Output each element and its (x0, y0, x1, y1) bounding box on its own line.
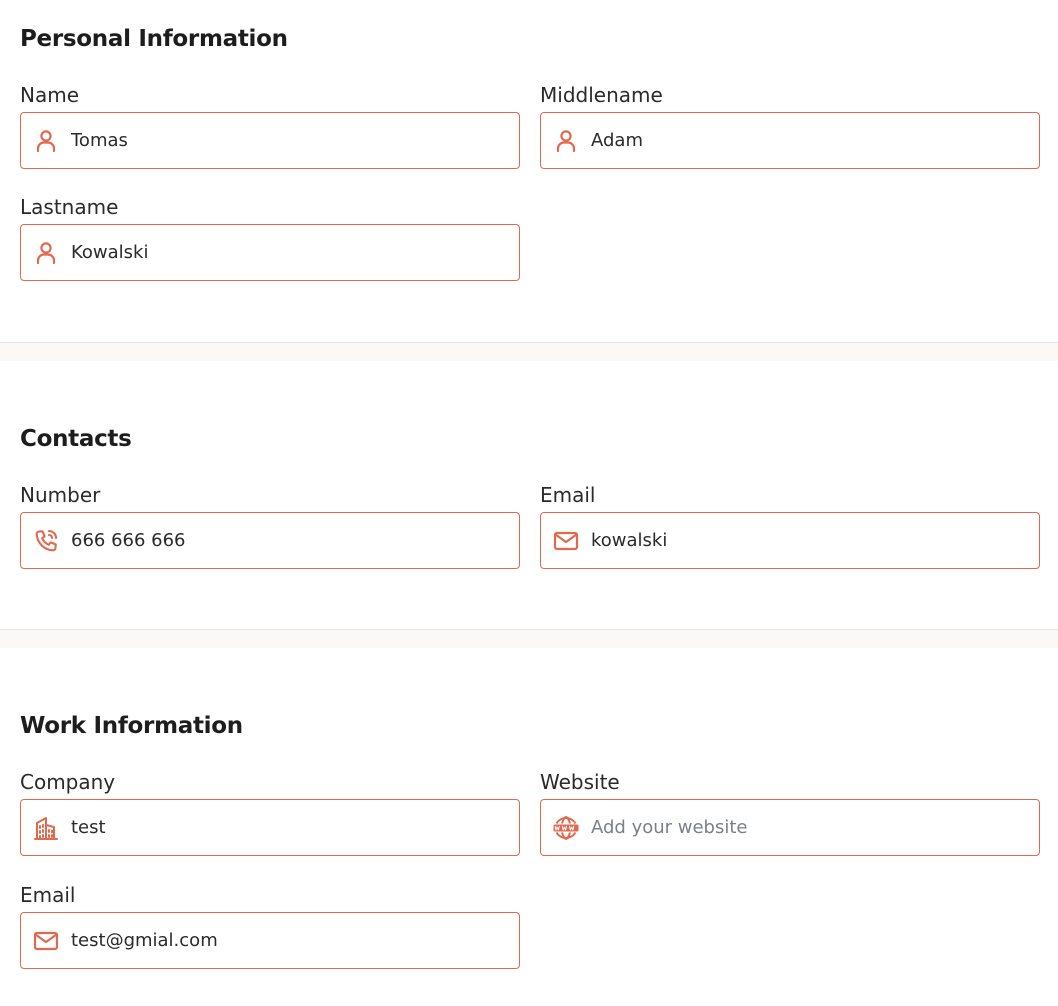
middlename-label: Middlename (540, 83, 663, 107)
section-title-contacts: Contacts (20, 426, 132, 452)
mail-icon (552, 527, 580, 555)
number-input-box[interactable] (20, 512, 520, 569)
contacts-email-input[interactable] (591, 513, 1021, 568)
lastname-label: Lastname (20, 195, 119, 219)
number-field: Number (20, 482, 520, 569)
name-input-box[interactable] (20, 112, 520, 169)
work-information-section: Work Information Company Website (0, 648, 1058, 1006)
contacts-email-input-box[interactable] (540, 512, 1040, 569)
contacts-section: Contacts Number Email (0, 361, 1058, 629)
user-icon (32, 239, 60, 267)
website-label: Website (540, 770, 620, 794)
work-email-input[interactable] (71, 913, 501, 968)
section-title-work: Work Information (20, 713, 243, 739)
website-input-box[interactable] (540, 799, 1040, 856)
company-input[interactable] (71, 800, 501, 855)
work-email-field: Email (20, 882, 520, 969)
number-label: Number (20, 483, 101, 507)
name-label: Name (20, 83, 80, 107)
mail-icon (32, 927, 60, 955)
middlename-input-box[interactable] (540, 112, 1040, 169)
lastname-input-box[interactable] (20, 224, 520, 281)
website-input[interactable] (591, 800, 1021, 855)
personal-information-section: Personal Information Name Middlename (0, 0, 1058, 342)
lastname-input[interactable] (71, 225, 501, 280)
number-input[interactable] (71, 513, 501, 568)
company-label: Company (20, 770, 116, 794)
user-icon (32, 127, 60, 155)
section-divider (0, 629, 1058, 648)
name-input[interactable] (71, 113, 501, 168)
work-email-label: Email (20, 883, 76, 907)
middlename-field: Middlename (540, 82, 1040, 169)
website-field: Website (540, 769, 1040, 856)
lastname-field: Lastname (20, 194, 520, 281)
building-icon (32, 814, 60, 842)
middlename-input[interactable] (591, 113, 1021, 168)
globe-www-icon (552, 814, 580, 842)
section-title-personal: Personal Information (20, 26, 288, 52)
work-email-input-box[interactable] (20, 912, 520, 969)
phone-icon (32, 527, 60, 555)
contacts-email-label: Email (540, 483, 596, 507)
company-input-box[interactable] (20, 799, 520, 856)
name-field: Name (20, 82, 520, 169)
user-icon (552, 127, 580, 155)
company-field: Company (20, 769, 520, 856)
contacts-email-field: Email (540, 482, 1040, 569)
section-divider (0, 342, 1058, 361)
